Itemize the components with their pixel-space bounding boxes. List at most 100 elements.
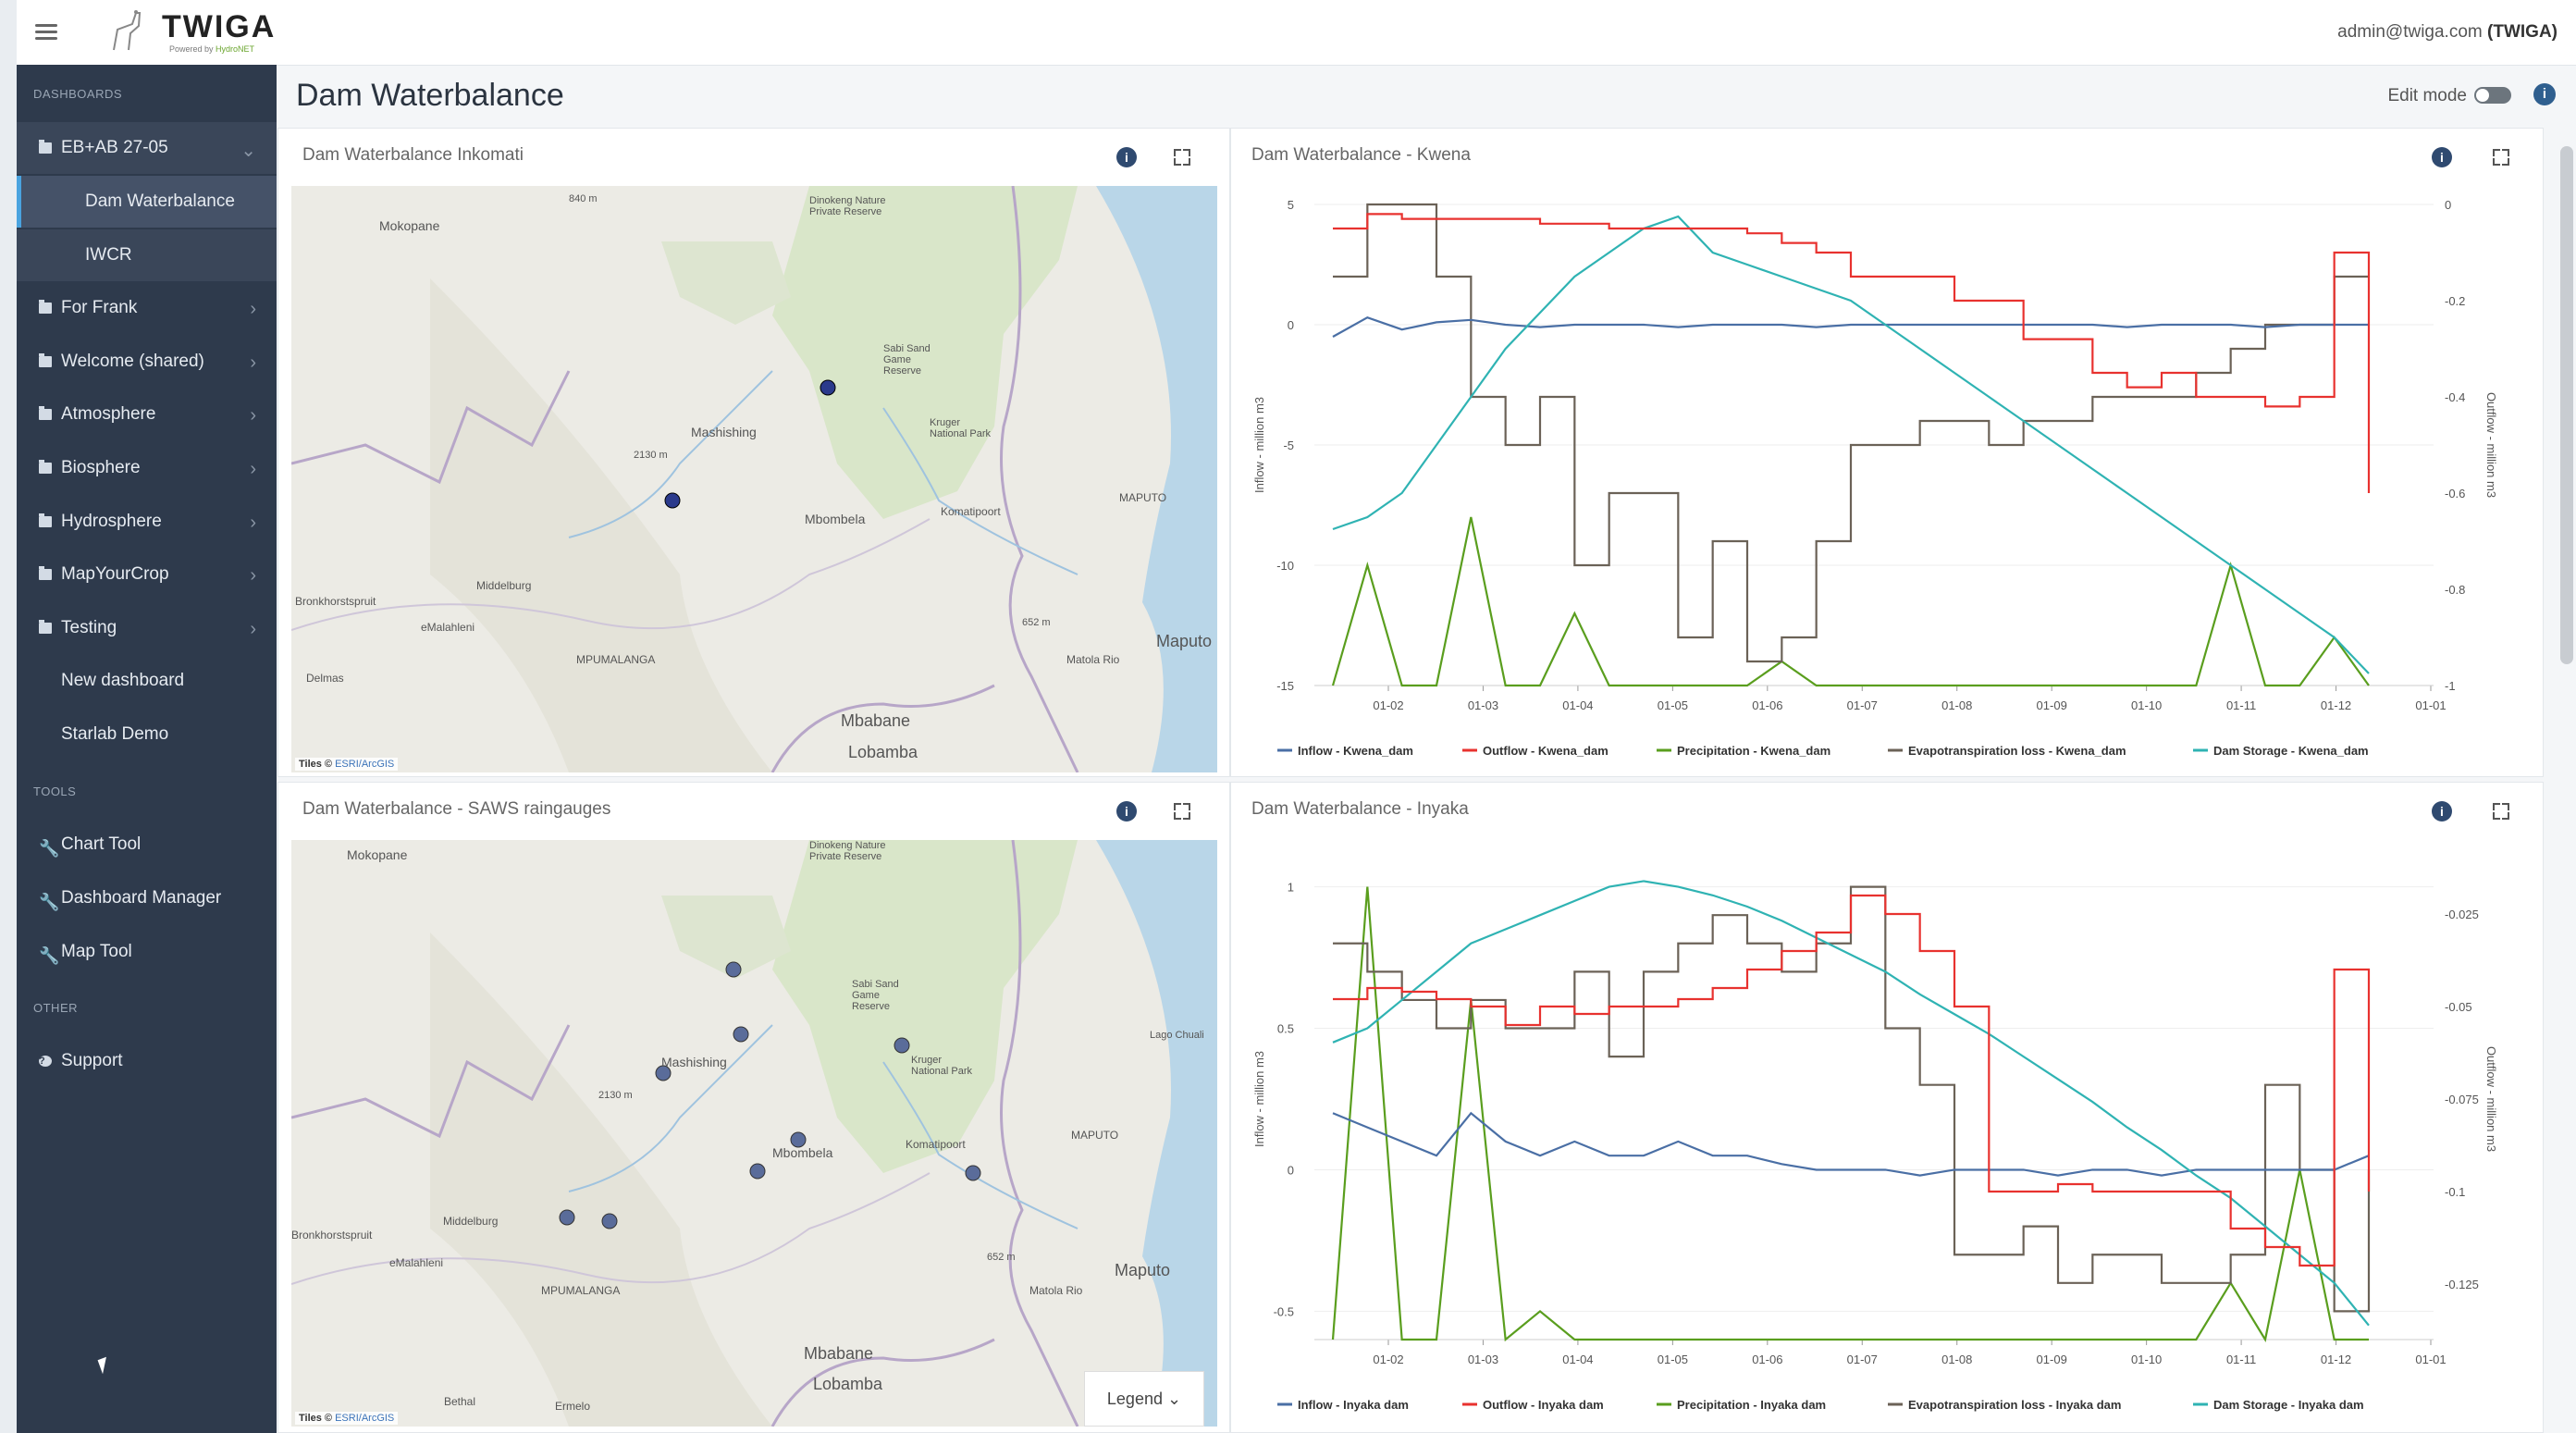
sidebar: DASHBOARDS EB+AB 27-05 ⌄ Dam Waterbalanc… <box>17 65 277 1433</box>
sidebar-item-hydrosphere[interactable]: Hydrosphere › <box>17 496 277 548</box>
raingauge-marker[interactable] <box>894 1037 910 1054</box>
chevron-right-icon: › <box>250 459 256 479</box>
dam-marker[interactable] <box>664 492 681 509</box>
giraffe-logo-icon <box>113 10 142 51</box>
panel-chart-inyaka: Dam Waterbalance - Inyaka i 1 0.5 0 -0.5 -0.… <box>1230 782 2544 1433</box>
raingauge-marker[interactable] <box>965 1165 981 1181</box>
edit-mode-toggle[interactable] <box>2474 87 2511 104</box>
sidebar-item-atmosphere[interactable]: Atmosphere › <box>17 389 277 440</box>
map-label: eMalahleni <box>421 621 475 634</box>
attribution-link[interactable]: ESRI/ArcGIS <box>335 759 394 770</box>
x-tick-label: 01-11 <box>2226 1353 2256 1366</box>
y-axis-label: Inflow - million m3 <box>1252 397 1266 493</box>
sidebar-item-support[interactable]: ? Support <box>17 1035 277 1087</box>
expand-icon[interactable] <box>1174 803 1190 820</box>
y-tick-label: 5 <box>1288 198 1294 212</box>
attribution-link[interactable]: ESRI/ArcGIS <box>335 1413 394 1424</box>
chevron-down-icon: ⌄ <box>240 141 256 161</box>
sidebar-item-label: Testing <box>61 618 117 637</box>
info-icon[interactable]: i <box>2533 83 2556 105</box>
sidebar-item-biosphere[interactable]: Biosphere › <box>17 442 277 494</box>
sidebar-item-starlab-demo[interactable]: Starlab Demo <box>17 709 277 760</box>
sidebar-item-label: Support <box>61 1051 123 1070</box>
x-tick-label: 01-04 <box>1562 1353 1593 1366</box>
dam-marker[interactable] <box>820 379 836 396</box>
map-label: MPUMALANGA <box>541 1284 621 1297</box>
map-label: MAPUTO <box>1071 1129 1119 1142</box>
x-tick-label: 01-01 <box>2415 698 2446 712</box>
x-tick-label: 01-02 <box>1373 698 1403 712</box>
raingauge-marker[interactable] <box>749 1163 766 1180</box>
panel-title: Dam Waterbalance - SAWS raingauges <box>302 799 611 819</box>
sidebar-item-welcome[interactable]: Welcome (shared) › <box>17 336 277 388</box>
chart-inyaka[interactable]: 1 0.5 0 -0.5 -0.025 -0.05 -0.075 -0.1 -0.125 01-0… <box>1231 840 2526 1432</box>
top-bar: TWIGA Powered by HydroNET admin@twiga.co… <box>17 0 2576 66</box>
expand-icon[interactable] <box>2493 149 2509 166</box>
y2-tick-label: -1 <box>2445 679 2456 693</box>
map-inkomati[interactable]: Mokopane Dinokeng Nature Private Reserve… <box>291 186 1217 772</box>
map-label: Mbombela <box>805 512 866 526</box>
raingauge-marker[interactable] <box>733 1026 749 1043</box>
map-label: Lago Chuali <box>1150 1030 1204 1041</box>
user-account[interactable]: admin@twiga.com (TWIGA) <box>2337 22 2558 43</box>
map-label: Middelburg <box>443 1215 499 1228</box>
sidebar-item-mapyourcrop[interactable]: MapYourCrop › <box>17 549 277 600</box>
panel-chart-kwena: Dam Waterbalance - Kwena i 5 0 -5 -10 -15 0 -0… <box>1230 128 2544 777</box>
x-tick-label: 01-11 <box>2226 698 2256 712</box>
sidebar-item-iwcr[interactable]: IWCR <box>17 229 277 281</box>
y2-tick-label: -0.2 <box>2445 294 2465 308</box>
series-line-precip <box>1331 516 2370 687</box>
map-label: 652 m <box>987 1252 1016 1263</box>
raingauge-marker[interactable] <box>559 1209 575 1226</box>
page-scrollbar[interactable] <box>2560 146 2573 664</box>
logo-text: TWIGA <box>162 9 277 44</box>
sidebar-item-testing[interactable]: Testing › <box>17 602 277 654</box>
page-header: Dam Waterbalance Edit mode i <box>277 65 2576 128</box>
sidebar-item-label: Chart Tool <box>61 834 142 854</box>
info-icon[interactable]: i <box>2432 801 2452 822</box>
info-icon[interactable]: i <box>1116 801 1137 822</box>
map-label: Ermelo <box>555 1400 591 1413</box>
dashboard-icon <box>39 729 52 740</box>
sidebar-item-label: EB+AB 27-05 <box>61 138 168 157</box>
x-tick-label: 01-10 <box>2131 1353 2162 1366</box>
sidebar-item-dashboard-manager[interactable]: 🔧 Dashboard Manager <box>17 872 277 924</box>
map-label: 2130 m <box>634 450 668 461</box>
x-tick-label: 01-09 <box>2037 1353 2067 1366</box>
sidebar-item-for-frank[interactable]: For Frank › <box>17 282 277 334</box>
expand-icon[interactable] <box>2493 803 2509 820</box>
chart-kwena[interactable]: 5 0 -5 -10 -15 0 -0.2 -0.4 -0.6 -0.8 -1 01-02 01-03 0… <box>1231 186 2526 778</box>
sidebar-item-label: Biosphere <box>61 458 141 477</box>
legend-item: Outflow - Kwena_dam <box>1483 744 1608 758</box>
sidebar-item-new-dashboard[interactable]: New dashboard <box>17 655 277 707</box>
map-label: MAPUTO <box>1119 491 1167 504</box>
series-line-inflow <box>1332 315 2369 338</box>
map-label: Mokopane <box>379 218 440 233</box>
dashboard-icon <box>63 250 76 261</box>
legend-button[interactable]: Legend ⌄ <box>1084 1371 1204 1427</box>
sidebar-item-eb-ab[interactable]: EB+AB 27-05 ⌄ <box>17 122 277 174</box>
folder-icon <box>39 566 52 580</box>
map-label: Mbabane <box>841 711 911 730</box>
expand-icon[interactable] <box>1174 149 1190 166</box>
map-label: Sabi Sand Game Reserve <box>883 343 931 377</box>
map-label: Dinokeng Nature Private Reserve <box>809 195 886 217</box>
menu-icon[interactable] <box>35 20 57 44</box>
raingauge-marker[interactable] <box>601 1213 618 1229</box>
info-icon[interactable]: i <box>2432 147 2452 167</box>
series-line-storage <box>1332 880 2370 1327</box>
y2-tick-label: -0.05 <box>2445 1000 2472 1014</box>
chevron-right-icon: › <box>250 513 256 533</box>
map-raingauges[interactable]: Mokopane Dinokeng Nature Private Reserve… <box>291 840 1217 1427</box>
sidebar-item-map-tool[interactable]: 🔧 Map Tool <box>17 926 277 978</box>
folder-icon <box>39 620 52 634</box>
raingauge-marker[interactable] <box>725 961 742 978</box>
map-label: Lobamba <box>813 1375 883 1393</box>
map-label: Bronkhorstspruit <box>291 1229 373 1242</box>
sidebar-item-chart-tool[interactable]: 🔧 Chart Tool <box>17 819 277 871</box>
logo[interactable]: TWIGA Powered by HydroNET <box>105 7 290 57</box>
question-icon: ? <box>39 1056 52 1067</box>
sidebar-item-label: MapYourCrop <box>61 564 169 584</box>
sidebar-item-dam-waterbalance[interactable]: Dam Waterbalance <box>17 176 277 228</box>
info-icon[interactable]: i <box>1116 147 1137 167</box>
